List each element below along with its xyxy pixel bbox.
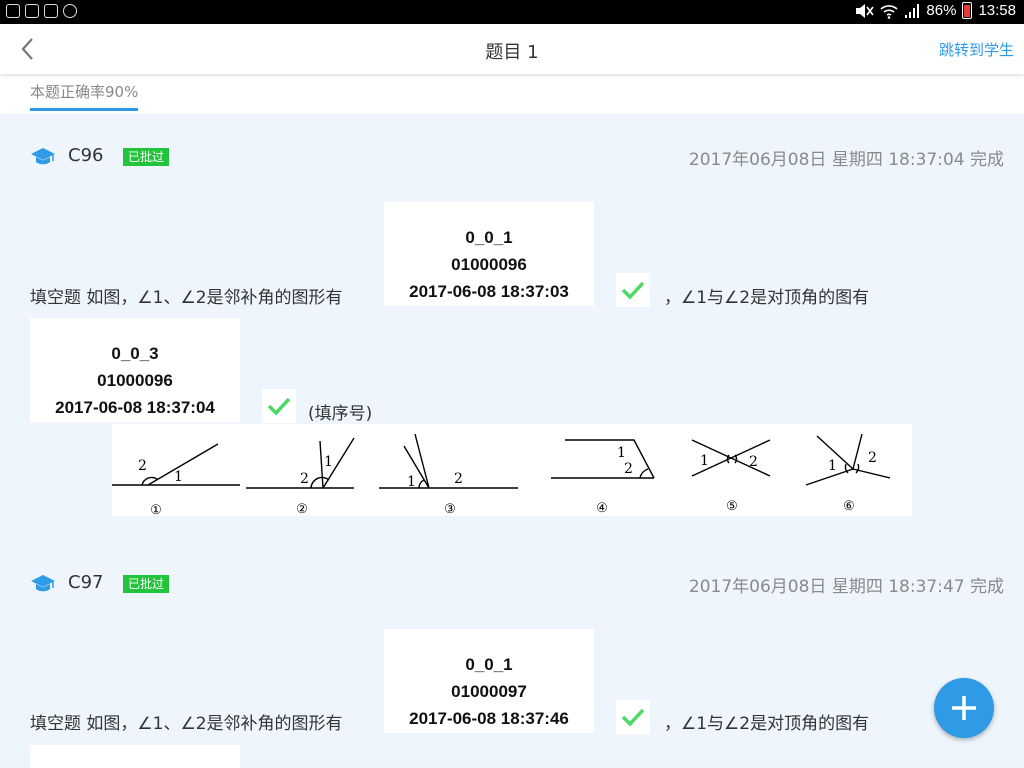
- angle-label: 2: [454, 471, 463, 487]
- download-notification-icon: [44, 4, 58, 18]
- answer-card[interactable]: 0_0_3 01000096 2017-06-08 18:37:04: [30, 318, 240, 422]
- status-badge: 已批过: [123, 575, 170, 593]
- figure-number: ①: [150, 503, 162, 516]
- answer-timestamp: 2017-06-08 18:37:46: [409, 709, 569, 728]
- angle-label: 1: [407, 474, 416, 490]
- question-figure: 2 1 2 1 1 2 1 2 1 2 1 2 ① ② ③ ④ ⑤ ⑥: [112, 424, 912, 518]
- answer-card[interactable]: 0_0_1 01000096 2017-06-08 18:37:03: [384, 202, 594, 306]
- correct-mark[interactable]: [616, 700, 650, 734]
- clock: 13:58: [978, 2, 1016, 19]
- answer-card-partial[interactable]: [30, 745, 240, 768]
- submission-header: C96 已批过 2017年06月08日 星期四 18:37:04 完成: [30, 145, 1004, 170]
- angle-label: 1: [617, 445, 626, 461]
- answer-id: 01000096: [451, 255, 527, 274]
- answer-code: 0_0_1: [465, 228, 513, 247]
- figure-number: ③: [444, 502, 456, 516]
- mute-icon: [856, 3, 875, 18]
- answer-timestamp: 2017-06-08 18:37:03: [409, 282, 569, 301]
- angle-diagrams: 2 1 2 1 1 2 1 2 1 2 1 2 ① ② ③ ④ ⑤ ⑥: [112, 433, 891, 518]
- question-middle: ，∠1与∠2是对顶角的图有: [664, 288, 870, 308]
- submission-time: 2017年06月08日 星期四 18:37:04 完成: [688, 150, 1004, 170]
- blocked-notification-icon: [63, 4, 77, 18]
- figure-number: ⑤: [726, 499, 738, 514]
- check-icon: [267, 397, 291, 416]
- correct-mark[interactable]: [616, 273, 650, 307]
- system-icons: 86% 13:58: [854, 2, 1016, 19]
- answer-id: 01000096: [97, 371, 173, 390]
- angle-label: 1: [174, 469, 183, 485]
- figure-number: ④: [596, 501, 608, 516]
- gallery-notification-icon: [6, 4, 20, 18]
- figure-number: ⑥: [843, 499, 855, 514]
- question-suffix: (填序号): [308, 404, 373, 424]
- angle-label: 2: [138, 458, 147, 474]
- answer-code: 0_0_3: [111, 344, 159, 363]
- question-middle: ，∠1与∠2是对顶角的图有: [664, 714, 870, 734]
- student-name[interactable]: C96: [68, 145, 103, 166]
- angle-label: 1: [324, 454, 333, 470]
- angle-label: 2: [868, 450, 877, 466]
- battery-percent: 86%: [926, 2, 957, 19]
- signal-icon: [905, 3, 920, 18]
- question-prefix: 填空题 如图，∠1、∠2是邻补角的图形有: [30, 288, 343, 308]
- plus-icon: [952, 696, 976, 720]
- wifi-icon: [880, 4, 898, 19]
- jump-to-student-link[interactable]: 跳转到学生: [939, 39, 1014, 60]
- answer-card[interactable]: 0_0_1 01000097 2017-06-08 18:37:46: [384, 629, 594, 733]
- question-prefix: 填空题 如图，∠1、∠2是邻补角的图形有: [30, 714, 343, 734]
- answer-id: 01000097: [451, 682, 527, 701]
- check-icon: [621, 708, 645, 727]
- angle-label: 2: [749, 454, 758, 470]
- add-button[interactable]: [934, 678, 994, 738]
- correct-mark[interactable]: [262, 389, 296, 423]
- status-bar: 86% 13:58: [0, 0, 1024, 24]
- answer-timestamp: 2017-06-08 18:37:04: [55, 398, 215, 417]
- notification-icons: [6, 4, 77, 18]
- gallery-notification-icon-2: [25, 4, 39, 18]
- check-icon: [621, 281, 645, 300]
- tab-strip: 本题正确率90%: [0, 74, 1024, 114]
- battery-icon: [962, 2, 973, 19]
- answer-code: 0_0_1: [465, 655, 513, 674]
- nav-bar: 题目 1 跳转到学生: [0, 24, 1024, 74]
- page-title: 题目 1: [485, 42, 539, 63]
- angle-label: 1: [828, 458, 837, 474]
- angle-label: 2: [300, 471, 309, 487]
- status-badge: 已批过: [123, 148, 170, 166]
- graduation-cap-icon: [31, 148, 55, 165]
- graduation-cap-icon: [31, 575, 55, 592]
- angle-label: 2: [624, 461, 633, 477]
- angle-label: 1: [700, 453, 709, 469]
- tab-accuracy[interactable]: 本题正确率90%: [30, 81, 139, 111]
- figure-number: ②: [296, 502, 308, 516]
- student-name[interactable]: C97: [68, 572, 103, 593]
- submission-header: C97 已批过 2017年06月08日 星期四 18:37:47 完成: [30, 572, 1004, 597]
- submission-time: 2017年06月08日 星期四 18:37:47 完成: [688, 577, 1004, 597]
